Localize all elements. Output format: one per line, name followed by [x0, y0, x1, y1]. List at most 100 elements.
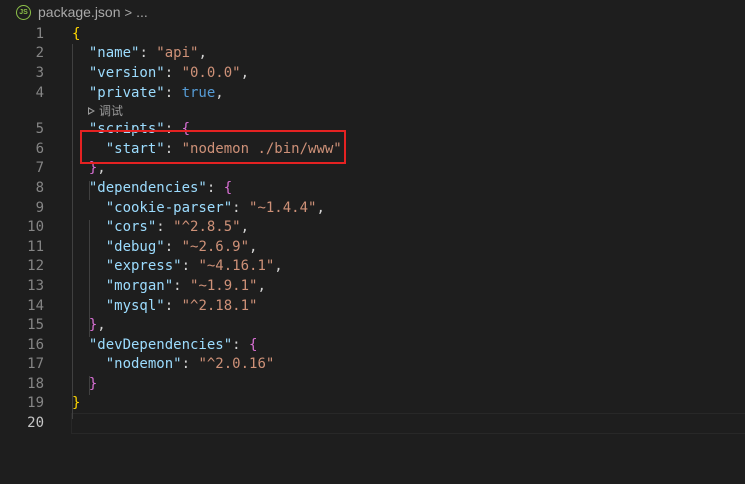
line-number: 15 — [27, 317, 44, 334]
code-token: : — [173, 277, 191, 294]
code-token: : — [181, 356, 199, 373]
indent-guide — [72, 44, 73, 419]
code-token: "0.0.0" — [181, 64, 241, 81]
code-text: "mysql": "^2.18.1" — [72, 297, 258, 314]
code-token: , — [215, 84, 224, 101]
play-icon — [88, 106, 95, 115]
code-token: : — [164, 238, 182, 255]
code-text: "cors": "^2.8.5", — [72, 219, 249, 235]
code-token: : — [164, 64, 182, 81]
indent-guide — [89, 220, 90, 337]
code-token: "^2.18.1" — [181, 297, 258, 314]
code-line[interactable]: 9 "cookie-parser": "~1.4.4", — [0, 198, 745, 218]
code-line[interactable]: 1{ — [0, 24, 745, 44]
code-token: "~4.16.1" — [198, 258, 275, 275]
code-token: : — [164, 84, 182, 101]
code-token: "~1.4.4" — [249, 199, 317, 216]
code-line[interactable]: 2 "name": "api", — [0, 44, 745, 64]
code-token: "~1.9.1" — [190, 277, 258, 294]
code-text: "express": "~4.16.1", — [72, 258, 283, 274]
line-number: 2 — [35, 45, 44, 62]
code-token: } — [88, 375, 98, 392]
code-token: "cors" — [105, 219, 157, 236]
code-line[interactable]: 3 "version": "0.0.0", — [0, 63, 745, 83]
code-line[interactable]: 8 "dependencies": { — [0, 178, 745, 198]
line-number: 4 — [35, 84, 44, 101]
code-token: "nodemon" — [105, 356, 182, 373]
code-token: "api" — [156, 45, 199, 62]
line-number: 13 — [27, 277, 44, 294]
code-token: : — [206, 179, 224, 196]
breadcrumb-file-name[interactable]: package.json — [38, 4, 121, 20]
line-number: 8 — [35, 179, 44, 196]
annotation-highlight-box — [80, 130, 346, 164]
code-token: "debug" — [105, 238, 165, 255]
code-text: "name": "api", — [72, 45, 207, 61]
code-token: "^2.8.5" — [173, 219, 241, 236]
code-token: { — [249, 336, 258, 353]
breadcrumb-more[interactable]: ... — [136, 4, 148, 20]
debug-codelens[interactable]: 调试 — [0, 102, 745, 119]
indent-guide — [89, 181, 90, 200]
code-token: : — [232, 336, 250, 353]
code-line[interactable]: 4 "private": true, — [0, 83, 745, 103]
code-token: { — [72, 25, 81, 42]
code-token: "~2.6.9" — [181, 238, 250, 255]
code-line[interactable]: 12 "express": "~4.16.1", — [0, 257, 745, 277]
code-line[interactable]: 15 }, — [0, 315, 745, 335]
line-number: 14 — [27, 297, 44, 314]
code-line[interactable]: 14 "mysql": "^2.18.1" — [0, 296, 745, 316]
code-line[interactable]: 19} — [0, 394, 745, 414]
code-line[interactable]: 10 "cors": "^2.8.5", — [0, 217, 745, 237]
code-token: , — [198, 45, 207, 62]
debug-codelens-label: 调试 — [99, 104, 124, 119]
code-token: "express" — [105, 258, 182, 275]
code-editor[interactable]: 1{2 "name": "api", 3 "version": "0.0.0", 4… — [0, 24, 745, 435]
code-token: , — [97, 317, 106, 334]
code-token: "^2.0.16" — [198, 356, 275, 373]
code-token: : — [232, 199, 250, 216]
line-number: 19 — [27, 395, 44, 412]
code-token: "version" — [88, 64, 165, 81]
code-text: "debug": "~2.6.9", — [72, 238, 258, 255]
json-file-icon: JS — [16, 4, 31, 20]
line-number: 10 — [27, 219, 44, 236]
code-text: } — [72, 395, 80, 411]
code-line[interactable]: 18 } — [0, 374, 745, 394]
code-line[interactable]: 17 "nodemon": "^2.0.16" — [0, 355, 745, 375]
code-token: , — [257, 277, 266, 294]
line-number: 16 — [27, 336, 44, 353]
code-token: { — [223, 179, 233, 196]
current-line-highlight — [71, 413, 745, 435]
line-number: 17 — [27, 356, 44, 373]
line-number: 9 — [35, 199, 44, 216]
breadcrumb: JS package.json > ... — [0, 0, 745, 24]
code-text: "dependencies": { — [72, 180, 232, 196]
code-token: : — [164, 297, 182, 314]
line-number: 6 — [35, 140, 44, 157]
code-token: , — [240, 64, 250, 81]
code-text: "private": true, — [72, 85, 224, 101]
code-token: "dependencies" — [88, 179, 207, 196]
line-number: 5 — [35, 121, 44, 138]
line-number: 20 — [27, 415, 44, 432]
code-line[interactable]: 13 "morgan": "~1.9.1", — [0, 276, 745, 296]
code-token: : — [181, 258, 199, 275]
code-token: , — [249, 238, 258, 255]
code-line[interactable]: 16 "devDependencies": { — [0, 335, 745, 355]
code-line[interactable]: 20 — [0, 413, 745, 435]
code-line[interactable]: 11 "debug": "~2.6.9", — [0, 237, 745, 257]
line-number: 1 — [35, 25, 44, 42]
code-text: "cookie-parser": "~1.4.4", — [72, 200, 325, 216]
code-token: : — [156, 219, 174, 236]
code-text: "devDependencies": { — [72, 336, 258, 353]
